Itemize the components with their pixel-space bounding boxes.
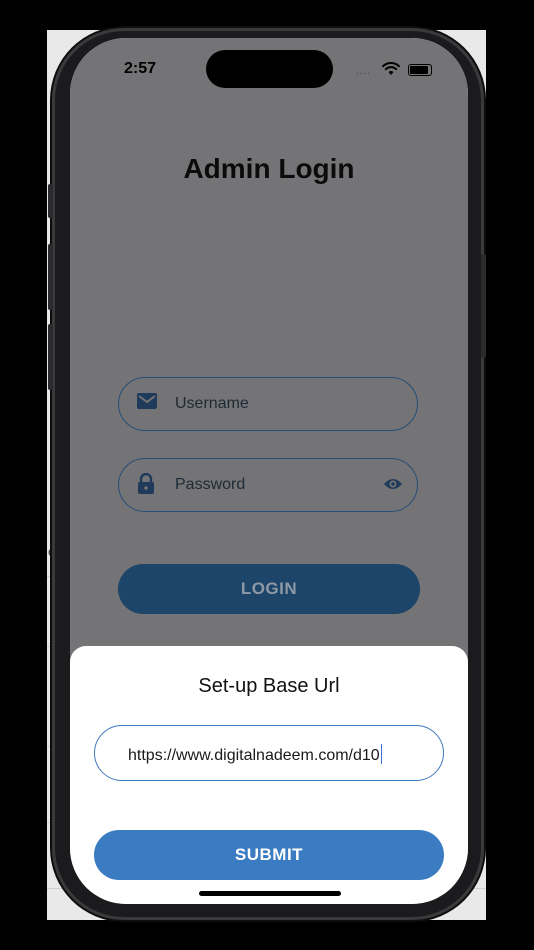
base-url-input[interactable]: https://www.digitalnadeem.com/d10 <box>94 725 444 781</box>
dynamic-island <box>206 50 333 88</box>
mail-icon <box>137 393 157 409</box>
username-placeholder: Username <box>175 395 249 412</box>
volume-down-button <box>48 324 53 390</box>
submit-button[interactable]: SUBMIT <box>94 830 444 880</box>
password-field[interactable]: Password <box>118 458 418 512</box>
power-button <box>481 254 486 358</box>
username-field[interactable]: Username <box>118 377 418 431</box>
volume-up-button <box>48 244 53 310</box>
base-url-sheet: Set-up Base Url https://www.digitalnadee… <box>70 646 468 904</box>
status-time: 2:57 <box>124 60 157 77</box>
signal-icon: .... <box>356 66 372 77</box>
wifi-icon <box>382 62 400 75</box>
home-indicator[interactable] <box>199 891 341 896</box>
battery-icon <box>408 64 432 76</box>
login-button[interactable]: LOGIN <box>118 564 420 614</box>
phone-screen: 2:57 .... Admin Login Username Password … <box>70 38 468 904</box>
sheet-title: Set-up Base Url <box>198 675 340 697</box>
lock-icon <box>138 473 154 494</box>
text-caret <box>380 744 383 764</box>
eye-icon[interactable] <box>383 477 403 491</box>
action-button <box>48 184 53 218</box>
base-url-value: https://www.digitalnadeem.com/d10 <box>128 747 380 764</box>
password-placeholder: Password <box>175 476 246 493</box>
page-title: Admin Login <box>183 153 355 184</box>
